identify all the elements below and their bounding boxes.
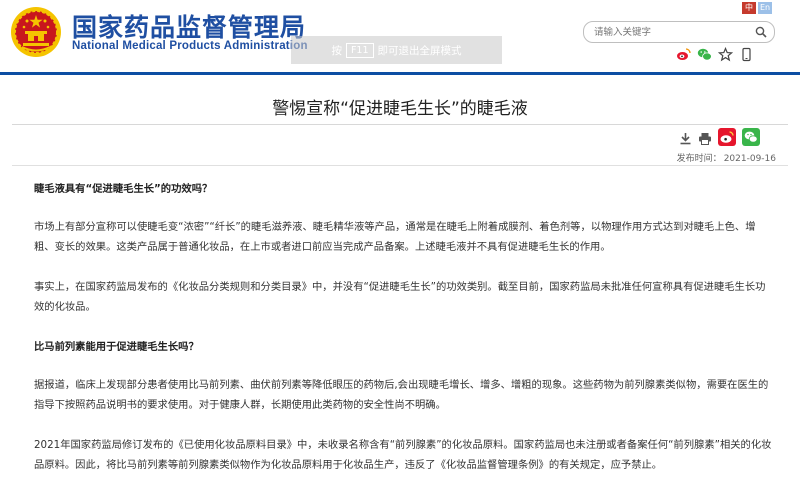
search-icon[interactable] (755, 26, 767, 38)
article-body: 睫毛液具有“促进睫毛生长”的功效吗？ 市场上有部分宣称可以使睫毛变“浓密”“纤长… (34, 179, 772, 475)
article-paragraph: 2021年国家药监局修订发布的《已使用化妆品原料目录》中，未收录名称含有“前列腺… (34, 439, 772, 471)
fullscreen-hint-prefix: 按 (331, 44, 342, 57)
publish-date-label: 发布时间： (676, 154, 722, 164)
date-divider (12, 165, 788, 166)
site-name-en[interactable]: National Medical Products Administration (72, 40, 308, 52)
article-paragraph: 事实上，在国家药监局发布的《化妆品分类规则和分类目录》中，并没有“促进睫毛生长”… (34, 281, 766, 313)
publish-date-value: 2021-09-16 (723, 154, 776, 164)
site-name[interactable]: 国家药品监督管理局 (72, 8, 306, 44)
header-divider (0, 72, 800, 75)
article-tools (679, 128, 760, 150)
section-heading: 比马前列素能用于促进睫毛生长吗？ (34, 341, 199, 353)
share-wechat-icon[interactable] (742, 128, 760, 150)
share-weibo-icon[interactable] (718, 128, 736, 150)
search-box (583, 21, 775, 43)
article-paragraph: 据报道，临床上发现部分患者使用比马前列素、曲伏前列素等降低眼压的药物后,会出现睫… (34, 379, 769, 411)
lang-en-button[interactable]: En (758, 2, 772, 14)
publish-date: 发布时间： 2021-09-16 (677, 151, 776, 164)
star-icon[interactable] (717, 46, 734, 62)
wechat-icon[interactable] (697, 47, 712, 62)
mobile-icon[interactable] (739, 47, 754, 62)
fullscreen-hint-suffix: 即可退出全屏模式 (377, 44, 462, 57)
title-divider (12, 124, 788, 125)
print-icon[interactable] (698, 130, 712, 149)
fullscreen-hint-key: F11 (345, 42, 374, 58)
site-header: 国家药品监督管理局 National Medical Products Admi… (0, 0, 800, 72)
download-icon[interactable] (679, 130, 692, 149)
article-title: 警惕宣称“促进睫毛生长”的睫毛液 (272, 99, 528, 119)
language-switch: 中 En (742, 2, 772, 14)
national-emblem-icon[interactable] (10, 6, 62, 58)
fullscreen-hint: 按 F11 即可退出全屏模式 (291, 36, 502, 64)
social-links (676, 46, 754, 62)
lang-zh-button[interactable]: 中 (742, 2, 756, 14)
article-paragraph: 市场上有部分宣称可以使睫毛变“浓密”“纤长”的睫毛滋养液、睫毛精华液等产品，通常… (34, 221, 756, 253)
search-input[interactable] (594, 25, 744, 39)
section-heading: 睫毛液具有“促进睫毛生长”的功效吗？ (34, 183, 213, 195)
weibo-icon[interactable] (676, 47, 691, 62)
